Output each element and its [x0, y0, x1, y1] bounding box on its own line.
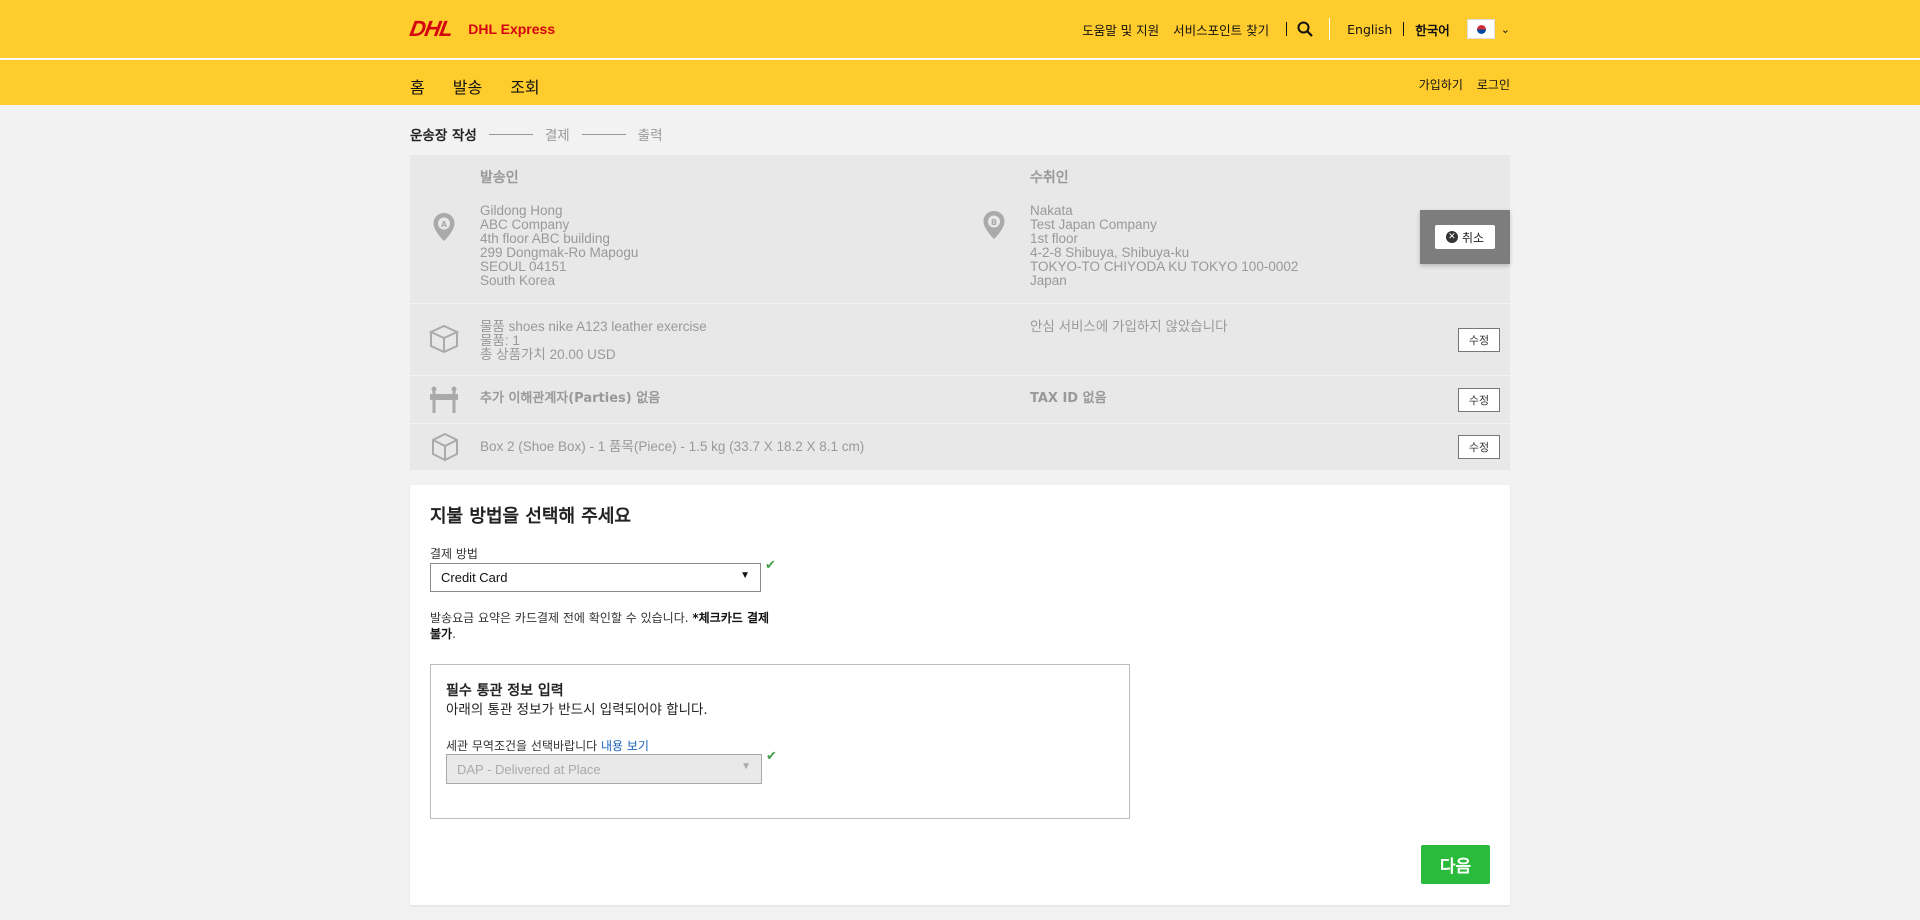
- divider: [1329, 18, 1331, 40]
- lang-korean[interactable]: 한국어: [1408, 20, 1457, 39]
- location-pin-icon: B: [982, 210, 1006, 244]
- receiver-title: 수취인: [1030, 170, 1069, 186]
- dhl-logo[interactable]: DHL DHL Express: [407, 16, 556, 41]
- parties-text: 추가 이해관계자(Parties) 없음: [480, 391, 661, 406]
- cancel-label: 취소: [1461, 230, 1485, 245]
- nav-bar: [0, 60, 1920, 105]
- step-print: 출력: [637, 128, 663, 144]
- insurance-status: 안심 서비스에 가입하지 않았습니다: [1030, 319, 1228, 334]
- login-link[interactable]: 로그인: [1477, 76, 1510, 93]
- search-icon[interactable]: [1297, 21, 1313, 37]
- payment-section: 지불 방법을 선택해 주세요 결제 방법 Credit Card ▼ ✔ 발송요…: [410, 485, 1510, 905]
- item-details: 물품 shoes nike A123 leather exercise 물품: 1…: [480, 319, 707, 362]
- edit-parties-button[interactable]: 수정: [1458, 388, 1500, 412]
- package-open-icon: [428, 324, 460, 358]
- item-row: 물품 shoes nike A123 leather exercise 물품: 1…: [410, 303, 1510, 375]
- logo-subtitle: DHL Express: [468, 21, 556, 37]
- step-connector: [488, 133, 533, 135]
- tax-id-text: TAX ID 없음: [1030, 391, 1107, 406]
- cancel-panel: ✕ 취소: [1420, 210, 1510, 264]
- box-icon: [430, 432, 460, 466]
- lang-english[interactable]: English: [1340, 22, 1399, 37]
- customs-description: 아래의 통관 정보가 반드시 입력되어야 합니다.: [446, 702, 708, 718]
- progress-steps: 운송장 작성 결제 출력: [410, 124, 663, 144]
- parties-row: 추가 이해관계자(Parties) 없음 TAX ID 없음 수정: [410, 375, 1510, 423]
- check-icon: ✔: [765, 558, 776, 573]
- header-utilities: 도움말 및 지원 서비스포인트 찾기 English 한국어 ⌄: [1075, 18, 1510, 40]
- main-nav: 홈 발송 조회: [410, 74, 568, 98]
- nav-home[interactable]: 홈: [410, 74, 425, 98]
- address-row: A 발송인 Gildong Hong ABC Company 4th floor A…: [410, 155, 1510, 303]
- customs-title: 필수 통관 정보 입력: [446, 683, 564, 699]
- incoterm-select[interactable]: DAP - Delivered at Place ▼: [446, 754, 762, 784]
- svg-text:A: A: [441, 220, 448, 229]
- receiver-address: Nakata Test Japan Company 1st floor 4-2-8 S…: [1030, 203, 1299, 288]
- payment-method-select[interactable]: Credit Card ▼: [430, 563, 761, 592]
- payment-note: 발송요금 요약은 카드결제 전에 확인할 수 있습니다. *체크카드 결제 불가…: [430, 611, 770, 641]
- divider: [1286, 22, 1288, 36]
- close-icon: ✕: [1445, 231, 1458, 243]
- check-icon: ✔: [766, 749, 777, 764]
- package-details: Box 2 (Shoe Box) - 1 품목(Piece) - 1.5 kg …: [480, 439, 865, 454]
- payment-method-label: 결제 방법: [430, 547, 478, 561]
- shipper-title: 발송인: [480, 170, 519, 186]
- divider: [1403, 22, 1405, 36]
- korea-flag-icon[interactable]: [1466, 19, 1495, 39]
- barrier-icon: [428, 385, 460, 419]
- step-payment: 결제: [544, 128, 570, 144]
- logo-text: DHL: [407, 16, 455, 41]
- nav-ship[interactable]: 발송: [453, 74, 482, 98]
- step-waybill: 운송장 작성: [410, 128, 477, 144]
- account-nav: 가입하기 로그인: [1405, 76, 1510, 93]
- chevron-down-icon[interactable]: ⌄: [1501, 23, 1510, 36]
- package-row: Box 2 (Shoe Box) - 1 품목(Piece) - 1.5 kg …: [410, 423, 1510, 470]
- shipper-address: Gildong Hong ABC Company 4th floor ABC bui…: [480, 203, 639, 288]
- incoterm-value: DAP - Delivered at Place: [457, 761, 601, 777]
- customs-box: 필수 통관 정보 입력 아래의 통관 정보가 반드시 입력되어야 합니다. 세관…: [430, 664, 1130, 819]
- cancel-button[interactable]: ✕ 취소: [1435, 225, 1495, 249]
- shipment-summary: A 발송인 Gildong Hong ABC Company 4th floor A…: [410, 155, 1510, 470]
- location-pin-icon: A: [432, 212, 456, 246]
- payment-title: 지불 방법을 선택해 주세요: [430, 506, 631, 527]
- view-details-link[interactable]: 내용 보기: [601, 739, 649, 753]
- svg-text:B: B: [991, 218, 997, 227]
- edit-item-button[interactable]: 수정: [1458, 328, 1500, 352]
- incoterm-label: 세관 무역조건을 선택바랍니다 내용 보기: [446, 739, 649, 753]
- payment-method-value: Credit Card: [441, 570, 508, 585]
- help-link[interactable]: 도움말 및 지원: [1075, 20, 1166, 39]
- top-bar: [0, 0, 1920, 59]
- service-point-link[interactable]: 서비스포인트 찾기: [1166, 20, 1276, 39]
- nav-track[interactable]: 조회: [510, 74, 539, 98]
- step-connector: [581, 133, 626, 135]
- next-button[interactable]: 다음: [1421, 845, 1490, 884]
- edit-package-button[interactable]: 수정: [1458, 435, 1500, 459]
- signup-link[interactable]: 가입하기: [1419, 76, 1463, 93]
- dropdown-arrow-icon: ▼: [741, 761, 751, 772]
- dropdown-arrow-icon: ▼: [740, 570, 750, 581]
